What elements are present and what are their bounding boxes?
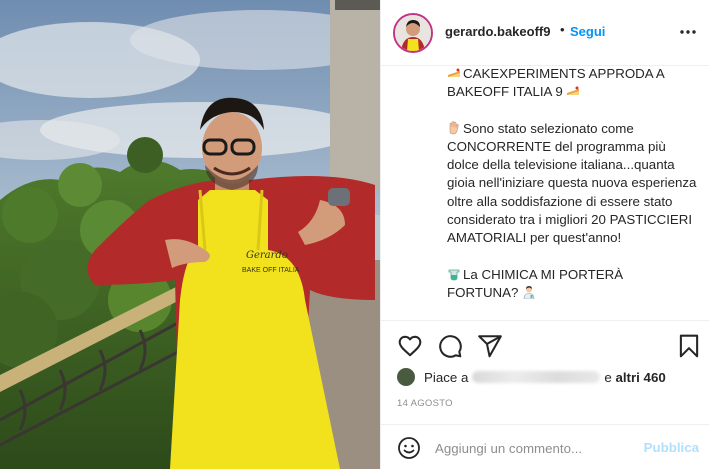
post-side-panel: gerardo.bakeoff9 • Segui CAKEXPERIMENTS … (380, 0, 709, 469)
header-separator: • (560, 22, 565, 37)
raised-hand-icon (447, 120, 461, 135)
comment-bar: Pubblica (381, 424, 709, 469)
caption-headline: CAKEXPERIMENTS APPRODA A BAKEOFF ITALIA … (447, 66, 664, 100)
follow-button[interactable]: Segui (570, 24, 605, 39)
username-link[interactable]: gerardo.bakeoff9 (445, 24, 550, 39)
comment-input[interactable] (435, 437, 635, 459)
heart-icon[interactable] (397, 333, 423, 359)
share-icon[interactable] (477, 333, 503, 359)
apron-show-text: BAKE OFF ITALIA (242, 267, 300, 274)
liker-avatar[interactable] (397, 368, 415, 386)
publish-button[interactable]: Pubblica (644, 440, 699, 455)
apron-name-text: Gerardo (246, 250, 288, 261)
caption-question: La CHIMICA MI PORTERÀ FORTUNA? (447, 266, 624, 300)
scientist-icon (522, 285, 536, 300)
post-caption: CAKEXPERIMENTS APPRODA A BAKEOFF ITALIA … (381, 66, 709, 320)
cake-slice-icon (447, 66, 461, 80)
likes-others-link[interactable]: altri 460 (615, 370, 665, 385)
emoji-icon[interactable] (397, 436, 421, 460)
likes-connector: e (604, 369, 612, 385)
test-tube-icon (447, 267, 461, 281)
cake-slice-icon (566, 84, 580, 98)
post-date[interactable]: 14 AGOSTO (397, 398, 453, 409)
more-options-icon[interactable] (678, 22, 698, 42)
post-photo[interactable]: Gerardo BAKE OFF ITALIA (0, 0, 380, 469)
likes-prefix: Piace a (424, 369, 469, 385)
post-header: gerardo.bakeoff9 • Segui (381, 0, 709, 66)
caption-paragraph: Sono stato selezionato come CONCORRENTE … (447, 120, 697, 246)
avatar-image (395, 15, 431, 51)
bookmark-icon[interactable] (676, 333, 702, 359)
post-image: Gerardo BAKE OFF ITALIA (0, 0, 380, 469)
liker-name-redacted[interactable] (472, 371, 601, 383)
avatar[interactable] (393, 13, 433, 53)
post-actions-bar (381, 320, 709, 370)
comment-icon[interactable] (437, 333, 463, 359)
likes-summary: Piace a e altri 460 (397, 366, 697, 388)
